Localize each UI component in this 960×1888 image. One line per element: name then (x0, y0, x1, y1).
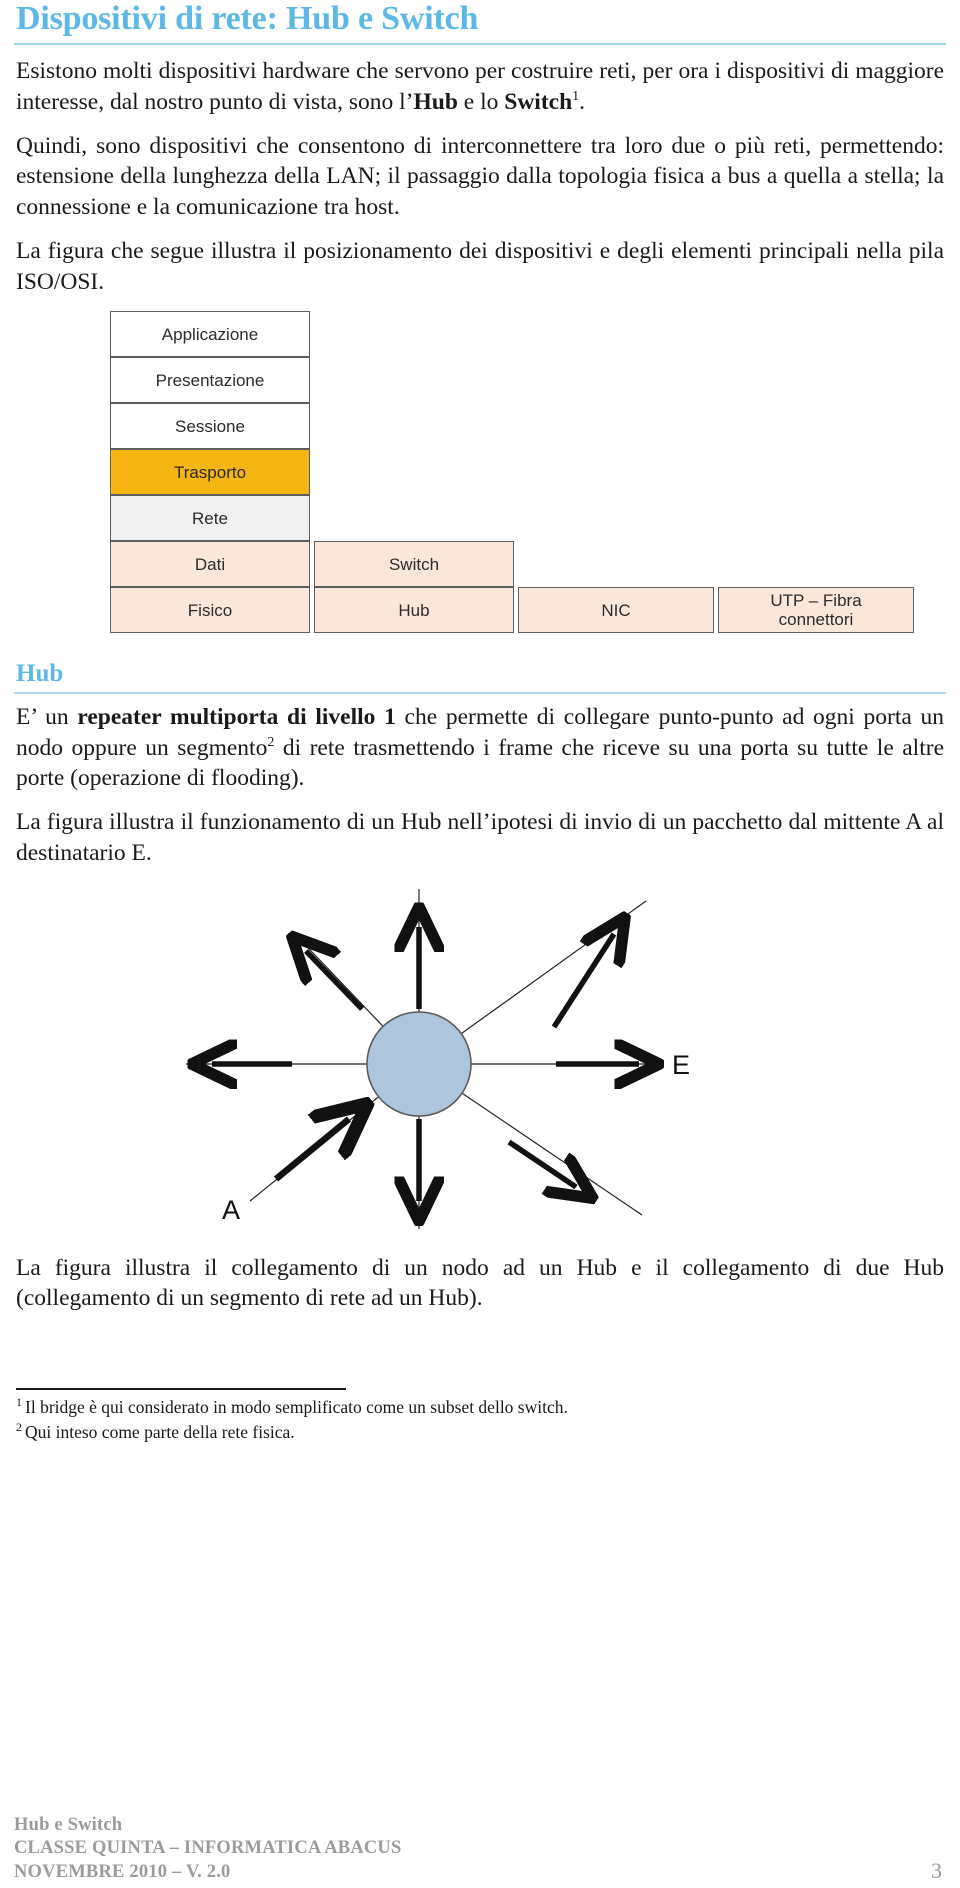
osi-device-nic: NIC (518, 587, 714, 634)
osi-device-switch: Switch (314, 541, 514, 588)
osi-layer-applicazione: Applicazione (110, 311, 310, 358)
footnote-2: 2 Qui inteso come parte della rete fisica… (14, 1421, 946, 1444)
osi-media-utp-fibra: UTP – Fibra connettori (718, 587, 914, 634)
document-page: Dispositivi di rete: Hub e Switch Esisto… (0, 0, 960, 1888)
intro-paragraph: Esistono molti dispositivi hardware che … (14, 56, 946, 118)
repeater-text-1: E’ un (16, 703, 78, 730)
osi-layer-sessione: Sessione (110, 403, 310, 450)
paragraph-quindi: Quindi, sono dispositivi che consentono … (16, 132, 944, 221)
footer-text-block: Hub e Switch CLASSE QUINTA – INFORMATICA… (14, 1814, 402, 1884)
arrow-out-ne (551, 934, 614, 1029)
paragraph-figura-iso-osi: La figura che segue illustra il posizion… (16, 237, 944, 295)
osi-device-hub: Hub (314, 587, 514, 634)
page-footer: Hub e Switch CLASSE QUINTA – INFORMATICA… (14, 1814, 946, 1884)
hub-node-circle (366, 1010, 472, 1117)
arrow-out-nw (306, 951, 364, 1011)
footnote-1: 1 Il bridge è qui considerato in modo sem… (14, 1396, 946, 1419)
section-divider-hub (14, 691, 946, 694)
footer-line-3: NOVEMBRE 2010 – V. 2.0 (14, 1861, 231, 1882)
page-title: Dispositivi di rete: Hub e Switch (16, 0, 479, 37)
footnote-2-text: Qui inteso come parte della rete fisica. (25, 1421, 295, 1442)
arrow-out-se (507, 1139, 576, 1187)
hub-star-diagram: A E (174, 879, 734, 1239)
footer-line-1: Hub e Switch (14, 1814, 123, 1835)
paragraph-collegamento: La figura illustra il collegamento di un… (16, 1254, 944, 1312)
osi-layer-trasporto: Trasporto (110, 449, 310, 496)
footnote-1-text: Il bridge è qui considerato in modo semp… (25, 1397, 568, 1418)
footnote-separator (16, 1388, 346, 1391)
intro-text-3: . (579, 88, 586, 115)
footnotes-block: 1 Il bridge è qui considerato in modo sem… (14, 1388, 946, 1444)
osi-media-line1: UTP – Fibra (770, 590, 862, 610)
footer-page-number: 3 (931, 1858, 942, 1883)
label-receiver-e: E (672, 1050, 690, 1080)
label-sender-a: A (222, 1195, 240, 1225)
arrow-in-from-a (273, 1119, 349, 1182)
footer-line-2: CLASSE QUINTA – INFORMATICA ABACUS (14, 1838, 402, 1859)
intro-text-2: e lo (457, 88, 505, 115)
title-divider (14, 43, 946, 45)
footnote-1-marker: 1 (16, 1395, 22, 1410)
paragraph-figura-hub: La figura illustra il funzionamento di u… (16, 809, 944, 866)
osi-media-line2: connettori (778, 610, 854, 630)
intro-bold-switch: Switch (504, 88, 573, 115)
repeater-bold: repeater multiporta di livello 1 (77, 703, 396, 730)
osi-layer-rete: Rete (110, 495, 310, 542)
intro-bold-hub: Hub (413, 88, 458, 115)
footnote-2-marker: 2 (16, 1419, 22, 1434)
paragraph-repeater: E’ un repeater multiporta di livello 1 c… (14, 702, 946, 794)
osi-layer-dati: Dati (110, 541, 310, 588)
iso-osi-stack-figure: Applicazione Presentazione Sessione Tras… (110, 311, 914, 634)
osi-layer-presentazione: Presentazione (110, 357, 310, 404)
osi-layer-fisico: Fisico (110, 587, 310, 634)
section-heading-hub: Hub (16, 660, 64, 688)
